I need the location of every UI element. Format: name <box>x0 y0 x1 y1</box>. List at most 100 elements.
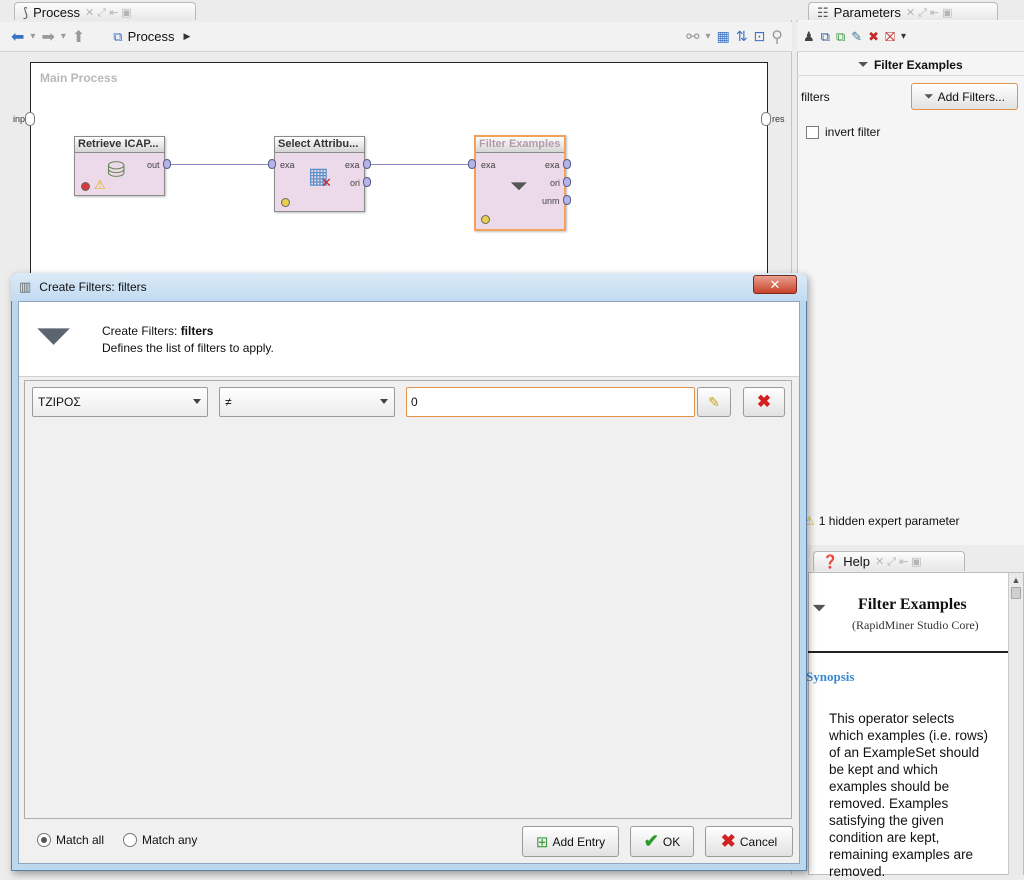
cancel-icon: ✖ <box>720 831 736 851</box>
help-body-text: This operator selects which examples (i.… <box>829 711 989 879</box>
dialog-close-button[interactable]: ✕ <box>753 275 797 294</box>
parameters-toolbar: ♟ ⧉ ⧉ ✎ ✖ ⛝ ▾ <box>797 22 1024 52</box>
process-toolbar: ⬅ ▾ ➡ ▾ ⬆ ⧉ Process ▶ ⚯ ▾ ▦ ⇅ ⊡ ⚲ <box>0 22 792 52</box>
copy-icon[interactable]: ⧉ <box>821 29 830 45</box>
add-filters-button[interactable]: ⏷ Add Filters... <box>911 83 1018 110</box>
process-node-icon: ⧉ <box>113 28 123 44</box>
funnel-icon: ⏷ <box>812 598 827 618</box>
input-port[interactable] <box>468 159 476 169</box>
tab-controls-icon[interactable]: ✕⤢⇤▣ <box>906 6 956 20</box>
process-icon: ⟆ <box>23 4 29 20</box>
funnel-icon: ⏷ <box>924 89 934 103</box>
auto-wire-icon[interactable]: ⚯ <box>683 25 702 49</box>
help-tab[interactable]: ❓ Help ✕⤢⇤▣ <box>813 551 965 571</box>
database-icon: ⛁ <box>107 157 126 182</box>
match-all-radio[interactable] <box>37 833 51 847</box>
output-port[interactable] <box>163 159 171 169</box>
tab-controls-icon[interactable]: ✕⤢⇤▣ <box>875 555 925 569</box>
help-tab-label: Help <box>843 554 870 569</box>
input-edge-port[interactable] <box>25 112 35 126</box>
invert-filter-row[interactable]: invert filter <box>806 125 880 139</box>
help-title: Filter Examples <box>858 596 967 613</box>
funnel-icon: ⏷ <box>858 57 868 71</box>
process-tab-label: Process <box>33 5 81 20</box>
order-icon[interactable]: ⇅ <box>733 25 751 49</box>
delete-icon[interactable]: ✖ <box>868 29 879 45</box>
delete-icon: ✖ <box>756 392 772 411</box>
parameters-icon: ☷ <box>817 4 829 20</box>
paste-icon[interactable]: ⧉ <box>836 29 845 45</box>
help-synopsis-heading: Synopsis <box>806 669 855 684</box>
check-icon: ✔ <box>643 831 659 851</box>
filters-label: filters <box>801 90 830 104</box>
port-label: exa <box>345 160 360 170</box>
operator-select-attributes[interactable]: Select Attribu... exa exa ori ▦ ✕ <box>274 136 365 212</box>
grid-icon[interactable]: ▦ <box>714 25 733 49</box>
remove-icon[interactable]: ⛝ <box>885 29 895 45</box>
auto-wire-dropdown-icon[interactable]: ▾ <box>703 25 714 49</box>
breadcrumb-process[interactable]: ⧉ Process ▶ <box>110 25 193 49</box>
match-all-option[interactable]: Match all <box>37 833 104 847</box>
cancel-button[interactable]: ✖ Cancel <box>705 826 793 857</box>
output-port[interactable] <box>363 177 371 187</box>
match-any-option[interactable]: Match any <box>123 833 197 847</box>
input-edge-label: inp <box>13 114 26 124</box>
dropdown-arrow-icon <box>380 399 388 404</box>
add-entry-button[interactable]: ⊞ Add Entry <box>522 826 619 857</box>
comparator-select[interactable]: ≠ <box>219 387 395 417</box>
dialog-description: Defines the list of filters to apply. <box>102 341 274 355</box>
port-label: out <box>147 160 160 170</box>
warning-icon: ⚠ <box>94 177 106 192</box>
port-label: exa <box>280 160 295 170</box>
operator-filter-examples[interactable]: Filter Examples exa exa ori unm ⏷ <box>474 135 566 231</box>
invert-filter-checkbox[interactable] <box>806 125 819 139</box>
parameters-tab-label: Parameters <box>833 5 901 20</box>
ok-button[interactable]: ✔ OK <box>630 826 694 857</box>
value-wizard-button[interactable]: ✎ <box>697 387 731 417</box>
scroll-thumb[interactable] <box>1011 587 1021 599</box>
output-port[interactable] <box>563 159 571 169</box>
operator-retrieve[interactable]: Retrieve ICAP... ⛁ ⚠ out <box>74 136 165 196</box>
filter-value-input[interactable] <box>406 387 695 417</box>
connection-line[interactable] <box>371 164 471 165</box>
status-warning-dot <box>281 198 290 207</box>
edit-icon[interactable]: ✎ <box>851 29 862 45</box>
operator-title: Filter Examples <box>476 137 564 153</box>
dialog-header-title: Create Filters: filters <box>102 324 214 338</box>
remove-entry-button[interactable]: ✖ <box>743 387 785 417</box>
output-port[interactable] <box>363 159 371 169</box>
operator-title: Select Attribu... <box>275 137 364 153</box>
invert-filter-label: invert filter <box>825 125 881 139</box>
back-dropdown-icon[interactable]: ▾ <box>27 25 38 49</box>
forward-arrow-icon[interactable]: ➡ <box>38 25 57 49</box>
result-edge-port[interactable] <box>761 112 771 126</box>
magic-wand-icon: ✎ <box>708 393 720 410</box>
fit-icon[interactable]: ⊡ <box>751 25 769 49</box>
port-label: ori <box>350 178 361 188</box>
attribute-select[interactable]: ΤΖΙΡΟΣ <box>32 387 208 417</box>
process-tab[interactable]: ⟆ Process ✕⤢⇤▣ <box>14 2 196 22</box>
output-port[interactable] <box>563 177 571 187</box>
connection-line[interactable] <box>170 164 270 165</box>
close-icon: ✕ <box>769 276 781 292</box>
more-dropdown-icon[interactable]: ▾ <box>901 31 906 42</box>
scroll-up-icon[interactable]: ▲ <box>1009 575 1023 585</box>
forward-dropdown-icon[interactable]: ▾ <box>58 25 69 49</box>
help-divider <box>808 651 1008 653</box>
link-icon[interactable]: ⚲ <box>768 25 786 49</box>
dialog-titlebar[interactable]: ▥ Create Filters: filters <box>11 273 807 301</box>
expert-mode-icon[interactable]: ♟ <box>803 29 815 45</box>
dropdown-arrow-icon <box>193 399 201 404</box>
hidden-expert-notice[interactable]: ⚠ 1 hidden expert parameter <box>804 514 960 528</box>
canvas-title: Main Process <box>40 71 118 85</box>
output-port[interactable] <box>563 195 571 205</box>
match-any-radio[interactable] <box>123 833 137 847</box>
parameters-tab[interactable]: ☷ Parameters ✕⤢⇤▣ <box>808 2 998 22</box>
dialog-title: Create Filters: filters <box>39 280 147 294</box>
help-scrollbar[interactable]: ▲ <box>1008 573 1023 875</box>
tab-controls-icon[interactable]: ✕⤢⇤▣ <box>85 6 135 20</box>
up-arrow-icon[interactable]: ⬆ <box>69 25 88 49</box>
input-port[interactable] <box>268 159 276 169</box>
breadcrumb-chevron-icon: ▶ <box>183 31 191 41</box>
back-arrow-icon[interactable]: ⬅ <box>8 25 27 49</box>
